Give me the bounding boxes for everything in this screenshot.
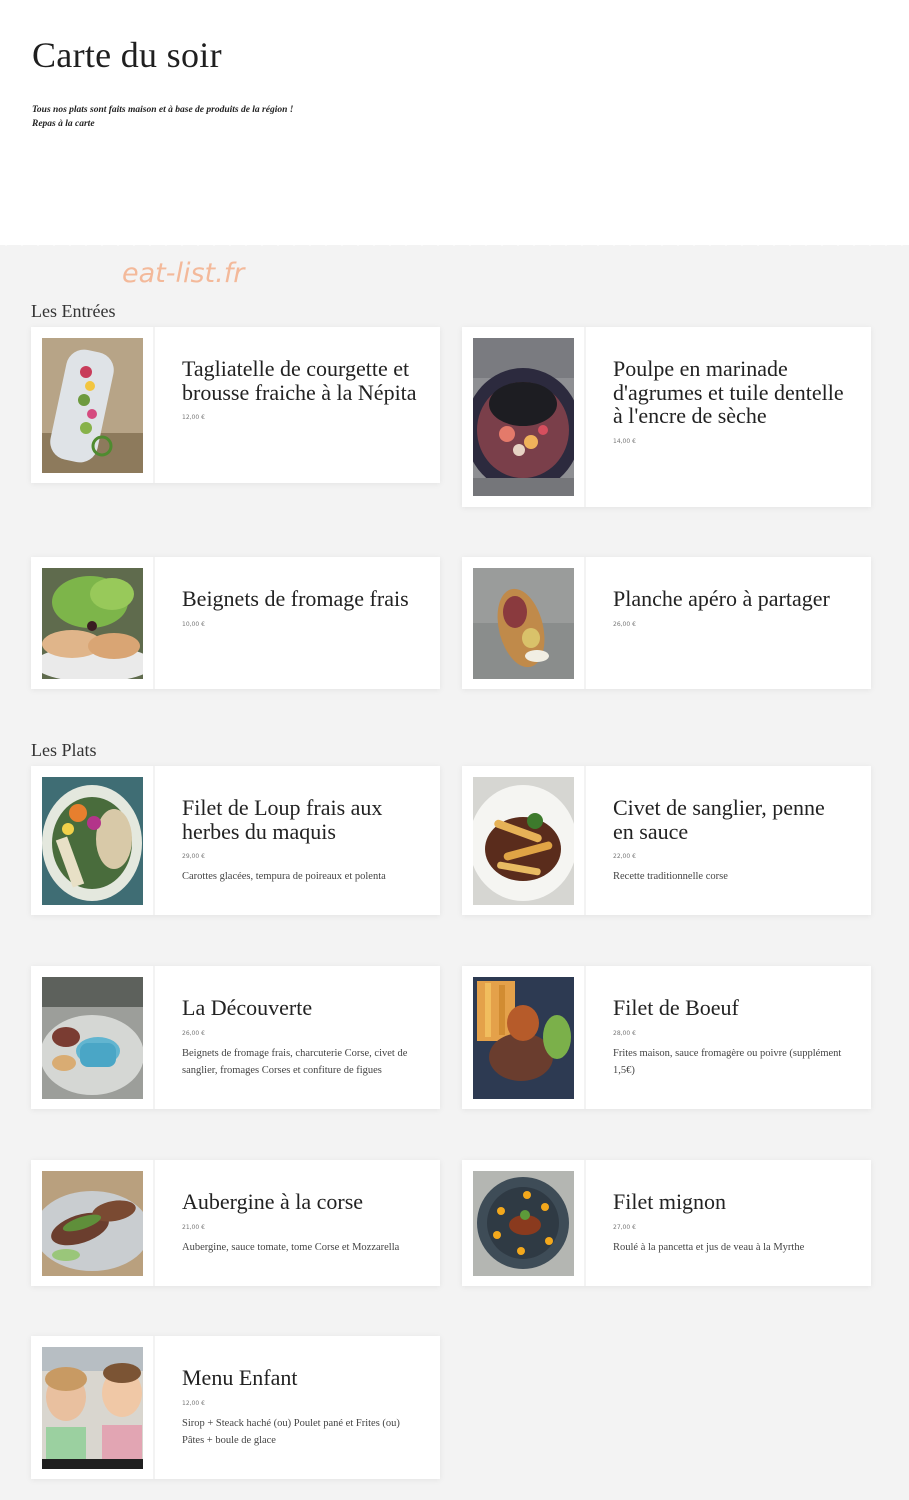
intro-line: Tous nos plats sont faits maison et à ba… xyxy=(32,105,294,115)
dish-price: 26,00 € xyxy=(613,620,636,628)
dish-card[interactable]: Menu Enfant 12,00 € Sirop + Steack haché… xyxy=(31,1336,440,1479)
dish-card[interactable]: Beignets de fromage frais 10,00 € xyxy=(31,557,440,689)
dish-card[interactable]: Planche apéro à partager 26,00 € xyxy=(462,557,871,689)
dish-name: Civet de sanglier, penne en sauce xyxy=(613,795,825,844)
dish-description: Frites maison, sauce fromagère ou poivre… xyxy=(613,1047,842,1076)
dish-info: Aubergine à la corse 21,00 € Aubergine, … xyxy=(182,1190,418,1256)
dish-price: 12,00 € xyxy=(182,414,205,421)
dish-name: La Découverte xyxy=(182,995,313,1020)
dish-card[interactable]: Civet de sanglier, penne en sauce 22,00 … xyxy=(462,766,871,915)
card-divider xyxy=(584,966,586,1109)
dish-card[interactable]: Tagliatelle de courgette et brousse frai… xyxy=(31,327,440,483)
dish-description: Carottes glacées, tempura de poireaux et… xyxy=(182,871,386,882)
dish-description: Recette traditionnelle corse xyxy=(613,871,728,882)
dish-photo xyxy=(42,338,143,473)
dish-photo xyxy=(473,338,574,496)
card-divider xyxy=(584,327,586,507)
dish-price: 22,00 € xyxy=(613,853,636,860)
dish-name: Filet de Loup frais aux herbes du maquis xyxy=(182,795,383,844)
dish-photo xyxy=(42,977,143,1099)
dish-photo xyxy=(473,977,574,1099)
dish-description: Aubergine, sauce tomate, tome Corse et M… xyxy=(182,1241,400,1253)
dish-price: 28,00 € xyxy=(613,1029,636,1037)
intro-line: Repas à la carte xyxy=(32,119,95,129)
dish-info: Beignets de fromage frais 10,00 € xyxy=(182,587,418,628)
section-title-plats: Les Plats xyxy=(31,740,97,760)
dish-photo xyxy=(473,568,574,679)
dish-card[interactable]: Aubergine à la corse 21,00 € Aubergine, … xyxy=(31,1160,440,1286)
dish-price: 14,00 € xyxy=(613,437,636,445)
dish-description: Roulé à la pancetta et jus de veau à la … xyxy=(613,1241,805,1253)
watermark: eat-list.fr xyxy=(122,258,245,289)
card-divider xyxy=(153,966,155,1109)
dish-name: Beignets de fromage frais xyxy=(182,586,409,611)
dish-info: Tagliatelle de courgette et brousse frai… xyxy=(182,357,418,421)
card-divider xyxy=(153,327,155,483)
dish-name: Menu Enfant xyxy=(182,1365,298,1390)
dish-photo xyxy=(42,777,143,905)
dish-description: Sirop + Steack haché (ou) Poulet pané et… xyxy=(182,1417,400,1446)
dish-name: Poulpe en marinade d'agrumes et tuile de… xyxy=(613,356,844,428)
dish-card[interactable]: Poulpe en marinade d'agrumes et tuile de… xyxy=(462,327,871,507)
card-divider xyxy=(584,766,586,915)
card-divider xyxy=(584,557,586,689)
dish-name: Aubergine à la corse xyxy=(182,1189,364,1214)
dish-price: 27,00 € xyxy=(613,1223,636,1231)
dish-info: La Découverte 26,00 € Beignets de fromag… xyxy=(182,996,418,1079)
dish-price: 12,00 € xyxy=(182,1399,205,1407)
card-divider xyxy=(153,766,155,915)
dish-info: Filet de Boeuf 28,00 € Frites maison, sa… xyxy=(613,996,849,1079)
dish-info: Planche apéro à partager 26,00 € xyxy=(613,587,849,628)
intro-text: Tous nos plats sont faits maison et à ba… xyxy=(32,103,293,131)
card-divider xyxy=(584,1160,586,1286)
dish-info: Filet de Loup frais aux herbes du maquis… xyxy=(182,796,418,885)
dish-card[interactable]: Filet de Loup frais aux herbes du maquis… xyxy=(31,766,440,915)
dish-photo xyxy=(473,777,574,905)
dish-info: Filet mignon 27,00 € Roulé à la pancetta… xyxy=(613,1190,849,1256)
dish-info: Menu Enfant 12,00 € Sirop + Steack haché… xyxy=(182,1366,418,1449)
dish-price: 21,00 € xyxy=(182,1223,205,1231)
dish-photo xyxy=(42,1347,143,1469)
dish-name: Filet mignon xyxy=(613,1189,727,1214)
section-title-entrees: Les Entrées xyxy=(31,301,116,321)
page-title: Carte du soir xyxy=(32,35,222,75)
zigzag-divider xyxy=(0,230,909,246)
dish-card[interactable]: Filet mignon 27,00 € Roulé à la pancetta… xyxy=(462,1160,871,1286)
card-divider xyxy=(153,557,155,689)
dish-price: 29,00 € xyxy=(182,853,205,860)
dish-photo xyxy=(42,568,143,679)
card-divider xyxy=(153,1336,155,1479)
dish-name: Tagliatelle de courgette et brousse frai… xyxy=(182,356,417,405)
card-divider xyxy=(153,1160,155,1286)
dish-name: Planche apéro à partager xyxy=(613,586,830,611)
dish-info: Civet de sanglier, penne en sauce 22,00 … xyxy=(613,796,849,885)
dish-photo xyxy=(42,1171,143,1276)
dish-price: 26,00 € xyxy=(182,1029,205,1037)
dish-card[interactable]: La Découverte 26,00 € Beignets de fromag… xyxy=(31,966,440,1109)
dish-photo xyxy=(473,1171,574,1276)
dish-card[interactable]: Filet de Boeuf 28,00 € Frites maison, sa… xyxy=(462,966,871,1109)
dish-price: 10,00 € xyxy=(182,620,205,628)
dish-name: Filet de Boeuf xyxy=(613,995,739,1020)
dish-info: Poulpe en marinade d'agrumes et tuile de… xyxy=(613,357,849,445)
page-header: Carte du soir Tous nos plats sont faits … xyxy=(0,0,909,245)
dish-description: Beignets de fromage frais, charcuterie C… xyxy=(182,1047,408,1076)
